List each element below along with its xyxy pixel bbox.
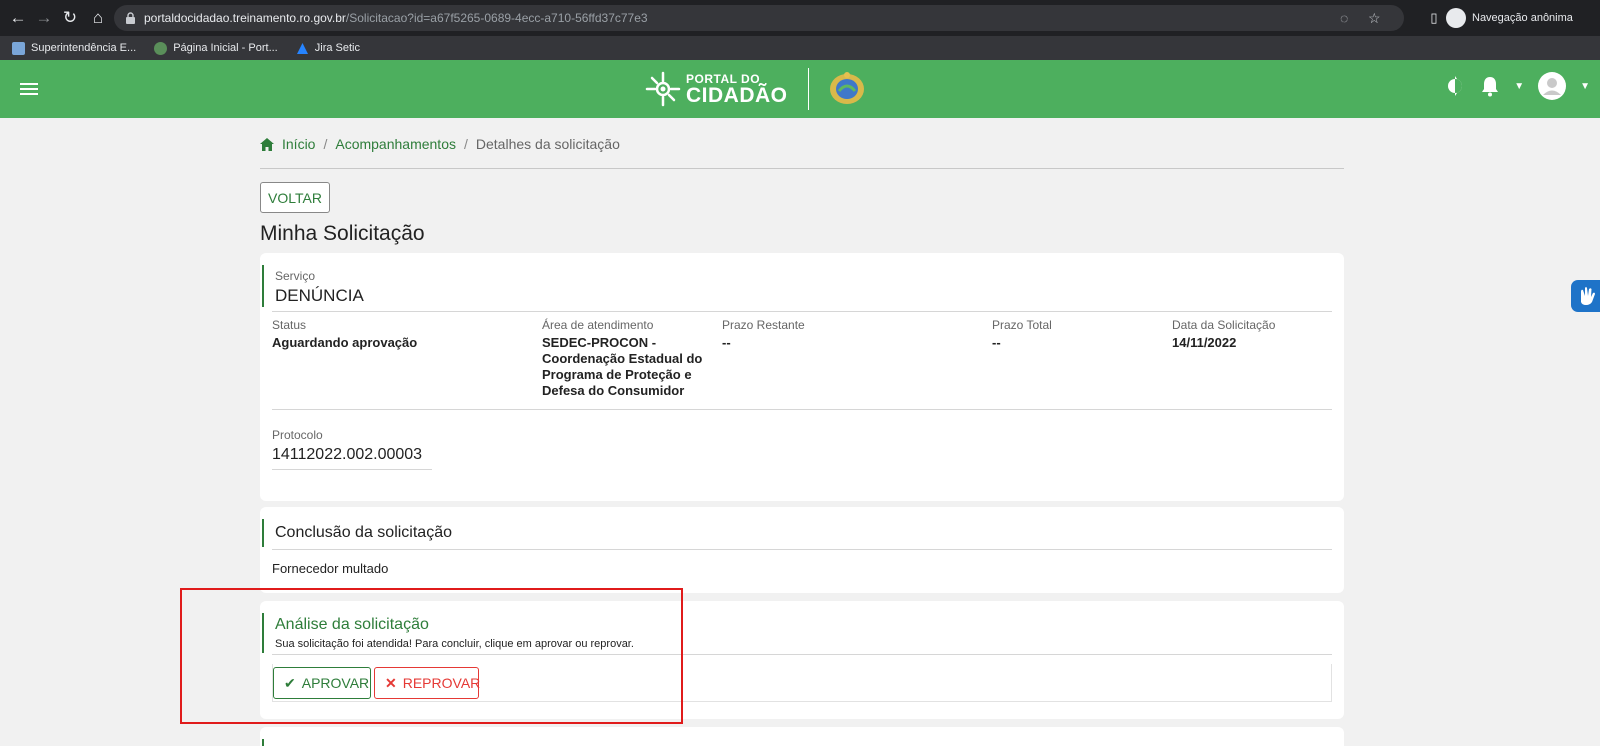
bell-icon[interactable] — [1480, 75, 1500, 97]
back-icon[interactable]: ← — [6, 6, 30, 30]
area-value-line: SEDEC-PROCON - — [542, 335, 657, 350]
lock-icon — [126, 12, 135, 24]
breadcrumb-separator: / — [464, 136, 468, 152]
logo-divider — [807, 68, 809, 110]
divider — [272, 311, 1332, 312]
prazo-restante-label: Prazo Restante — [722, 318, 805, 332]
breadcrumb: Início / Acompanhamentos / Detalhes da s… — [260, 136, 620, 152]
star-icon[interactable]: ☆ — [1368, 10, 1381, 27]
browser-toolbar: ← → ↻ ⌂ portaldocidadao.treinamento.ro.g… — [0, 0, 1600, 36]
bookmark-item[interactable]: Superintendência E... — [12, 41, 136, 55]
accessibility-tab[interactable] — [1571, 280, 1600, 312]
breadcrumb-separator: / — [323, 136, 328, 152]
reload-icon[interactable]: ↻ — [58, 6, 82, 30]
divider — [272, 549, 1332, 550]
bookmark-item[interactable]: Jira Setic — [296, 42, 360, 55]
cube-icon — [12, 41, 25, 55]
conclusion-card: Conclusão da solicitação Fornecedor mult… — [260, 507, 1344, 593]
area-value-line: Programa de Proteção e — [542, 367, 692, 382]
bookmarks-bar: Superintendência E... Página Inicial - P… — [0, 36, 1600, 60]
divider — [272, 469, 432, 470]
protocol-value: 14112022.002.00003 — [272, 446, 423, 463]
header-actions: ▼ ▼ — [1444, 72, 1590, 100]
contrast-icon[interactable] — [1444, 75, 1466, 97]
portal-logo-mark-icon — [645, 71, 681, 107]
forward-icon[interactable]: → — [32, 6, 56, 30]
prazo-total-value: -- — [992, 335, 1001, 350]
eye-off-icon[interactable]: ◌ — [1340, 10, 1348, 26]
conclusion-title: Conclusão da solicitação — [275, 524, 452, 541]
jira-icon — [296, 42, 308, 54]
chevron-down-icon[interactable]: ▼ — [1580, 81, 1590, 92]
divider — [260, 168, 1344, 169]
area-value-line: Defesa do Consumidor — [542, 383, 685, 398]
date-value: 14/11/2022 — [1172, 335, 1237, 350]
home-icon — [260, 137, 274, 151]
side-panel-icon[interactable]: ▯ — [1422, 6, 1446, 30]
protocol-label: Protocolo — [272, 428, 323, 442]
accent-bar — [262, 519, 264, 547]
portal-logo[interactable]: PORTAL DO CIDADÃO — [644, 68, 869, 110]
breadcrumb-current: Detalhes da solicitação — [475, 136, 620, 152]
area-label: Área de atendimento — [542, 318, 654, 332]
prazo-restante-value: -- — [722, 335, 731, 350]
area-value-line: Coordenação Estadual do — [542, 351, 703, 366]
breadcrumb-home[interactable]: Início — [282, 136, 315, 152]
bookmark-item[interactable]: Página Inicial - Port... — [154, 41, 278, 55]
site-icon — [154, 41, 168, 55]
accent-bar — [262, 739, 264, 746]
page-title: Minha Solicitação — [260, 222, 425, 245]
url-text: portaldocidadao.treinamento.ro.gov.br/So… — [144, 11, 648, 25]
back-button[interactable]: VOLTAR — [260, 182, 330, 213]
address-bar[interactable]: portaldocidadao.treinamento.ro.gov.br/So… — [114, 5, 1404, 31]
request-details-card: Serviço DENÚNCIA Status Aguardando aprov… — [260, 253, 1344, 501]
incognito-icon — [1446, 8, 1466, 28]
sign-language-icon — [1581, 287, 1595, 305]
chevron-down-icon[interactable]: ▼ — [1514, 81, 1524, 92]
avatar[interactable] — [1538, 72, 1567, 100]
breadcrumb-acompanhamentos[interactable]: Acompanhamentos — [335, 136, 456, 152]
home-icon[interactable]: ⌂ — [86, 6, 110, 30]
prazo-total-label: Prazo Total — [992, 318, 1052, 332]
app-header: PORTAL DO CIDADÃO ▼ ▼ — [0, 60, 1600, 118]
service-value: DENÚNCIA — [275, 286, 364, 305]
menu-icon[interactable] — [20, 83, 38, 95]
highlight-annotation-box — [180, 588, 683, 724]
state-crest-icon — [829, 72, 864, 104]
status-value: Aguardando aprovação — [272, 335, 418, 350]
divider — [272, 409, 1332, 410]
accent-bar — [262, 265, 264, 307]
incognito-indicator[interactable]: Navegação anônima — [1446, 7, 1573, 29]
steps-card — [260, 727, 1344, 746]
date-label: Data da Solicitação — [1172, 318, 1276, 332]
service-label: Serviço — [275, 269, 316, 283]
status-label: Status — [272, 318, 307, 332]
conclusion-text: Fornecedor multado — [272, 561, 389, 576]
